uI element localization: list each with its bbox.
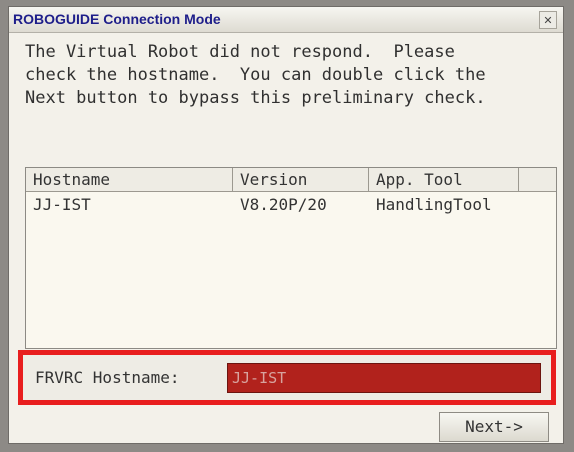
column-header-extra	[519, 168, 556, 191]
column-header-app-tool[interactable]: App. Tool	[369, 168, 519, 191]
next-button[interactable]: Next->	[439, 412, 549, 442]
cell-version: V8.20P/20	[240, 195, 327, 214]
message-line: check the hostname. You can double click…	[25, 65, 486, 85]
robot-table: Hostname Version App. Tool JJ-IST V8.20P…	[25, 167, 557, 349]
table-header: Hostname Version App. Tool	[26, 168, 556, 192]
hostname-label: FRVRC Hostname:	[35, 368, 180, 387]
column-header-hostname[interactable]: Hostname	[26, 168, 233, 191]
hostname-input[interactable]	[227, 363, 541, 393]
status-message: The Virtual Robot did not respond. Pleas…	[25, 41, 555, 110]
cell-app-tool: HandlingTool	[376, 195, 492, 214]
hostname-panel: FRVRC Hostname:	[18, 350, 556, 405]
window-title: ROBOGUIDE Connection Mode	[13, 11, 221, 27]
title-bar[interactable]: ROBOGUIDE Connection Mode ✕	[9, 7, 563, 33]
column-header-version[interactable]: Version	[233, 168, 369, 191]
table-row[interactable]: JJ-IST V8.20P/20 HandlingTool	[26, 194, 556, 216]
close-icon[interactable]: ✕	[539, 11, 557, 29]
message-line: The Virtual Robot did not respond. Pleas…	[25, 42, 455, 62]
cell-hostname: JJ-IST	[33, 195, 91, 214]
message-line: Next button to bypass this preliminary c…	[25, 88, 486, 108]
